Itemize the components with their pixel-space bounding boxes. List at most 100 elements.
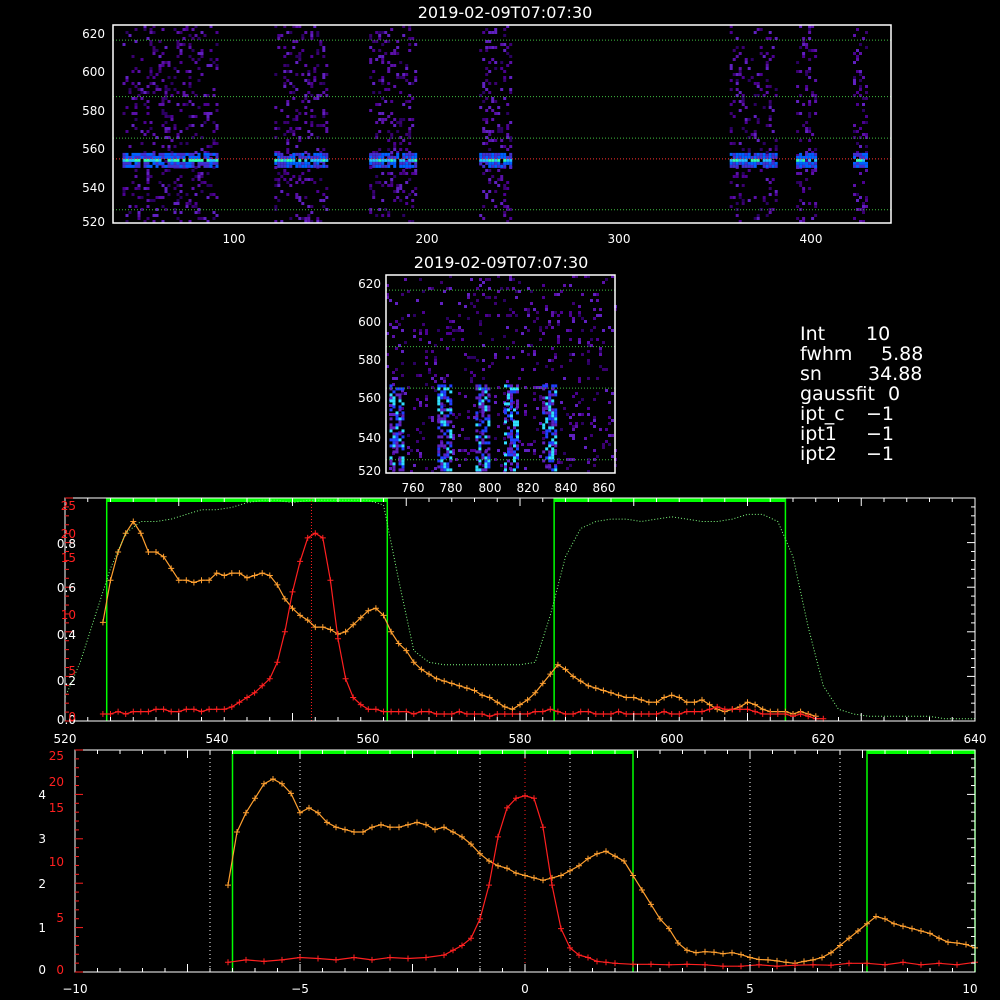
mid-pixel [419,338,422,341]
mid-pixel [599,347,602,350]
top-bright-pixel [762,152,766,156]
top-pixel [414,70,418,73]
mid-streak-pixel [475,414,479,418]
mid-streak-pixel [481,402,485,406]
mid-streak-pixel [507,435,510,439]
mid-pixel [542,296,545,299]
mid-streak-pixel [401,468,405,472]
top-pixel [732,49,736,52]
mid-streak-pixel [487,456,491,460]
top-pixel [485,121,489,124]
mid-pixel [515,296,518,299]
top-y-tick-label: 600 [82,65,105,79]
top-pixel [865,199,868,202]
top-pixel [319,178,323,181]
top-pixel [161,145,165,148]
plot1-red-tick-label: 10 [61,608,76,622]
mid-pixel [389,404,392,407]
top-bright-pixel [405,152,409,156]
top-pixel [179,211,183,214]
top-bright-pixel [319,152,323,156]
mid-pixel [413,329,416,332]
top-pixel [122,190,126,193]
mid-streak-pixel [554,414,558,418]
top-pixel [390,181,394,184]
plot1-red-tick-label: 25 [61,499,76,513]
top-pixel [747,169,751,172]
top-pixel [191,169,195,172]
mid-pixel [515,314,518,317]
mid-pixel [488,314,491,317]
mid-pixel [533,368,536,371]
mid-pixel [557,338,560,341]
top-bright-pixel [152,161,156,165]
top-bright-pixel [319,164,323,168]
top-pixel [814,55,818,58]
mid-pixel [416,449,419,452]
mid-y-tick-label: 620 [358,277,381,291]
top-bright-pixel [411,152,415,156]
mid-streak-pixel [551,420,555,424]
mid-pixel [410,449,413,452]
top-pixel [503,145,507,148]
top-bright-pixel [756,161,760,165]
mid-streak-pixel [542,384,546,388]
mid-streak-pixel [551,414,555,418]
mid-streak-pixel [389,396,393,400]
top-bright-pixel [131,152,135,156]
top-pixel [149,82,153,85]
mid-streak-pixel [484,450,488,454]
mid-streak-pixel [551,393,555,397]
top-pixel [768,181,772,184]
top-pixel [274,205,278,208]
mid-pixel [434,362,437,365]
top-pixel [865,115,868,118]
top-pixel [500,130,504,133]
top-pixel [814,79,818,82]
top-bright-pixel [859,161,862,165]
top-pixel [316,31,320,34]
top-bright-pixel [307,152,311,156]
top-pixel [741,199,745,202]
top-pixel [802,124,806,127]
top-pixel [390,64,394,67]
mid-streak-pixel [554,417,558,421]
mid-streak-pixel [516,444,519,448]
mid-streak-pixel [507,390,510,394]
top-pixel [304,106,308,109]
top-bright-pixel [747,161,751,165]
mid-pixel [590,434,593,437]
top-pixel [173,211,177,214]
top-pixel [494,190,498,193]
top-pixel [802,187,806,190]
top-bright-pixel [753,161,757,165]
top-pixel [188,115,192,118]
mid-pixel [584,437,587,440]
mid-pixel [452,452,455,455]
top-pixel [143,28,147,31]
top-pixel [796,61,800,64]
top-pixel [494,31,498,34]
top-bright-pixel [732,164,736,168]
top-pixel [491,31,495,34]
mid-streak-pixel [481,429,485,433]
mid-streak-pixel [446,408,450,412]
mid-pixel [497,413,500,416]
top-pixel [405,172,409,175]
top-bright-pixel [765,161,769,165]
plot2-y-tick-label: 4 [38,788,46,802]
mid-pixel [539,422,542,425]
mid-pixel [587,407,590,410]
mid-streak-pixel [437,414,441,418]
top-pixel [411,82,415,85]
top-pixel [862,205,865,208]
top-pixel [206,196,210,199]
top-pixel [378,31,382,34]
mid-streak-pixel [475,438,479,442]
mid-pixel [506,356,509,359]
mid-streak-pixel [545,432,549,436]
top-pixel [164,187,168,190]
mid-streak-pixel [548,399,552,403]
mid-pixel [542,431,545,434]
top-bright-pixel [295,152,299,156]
